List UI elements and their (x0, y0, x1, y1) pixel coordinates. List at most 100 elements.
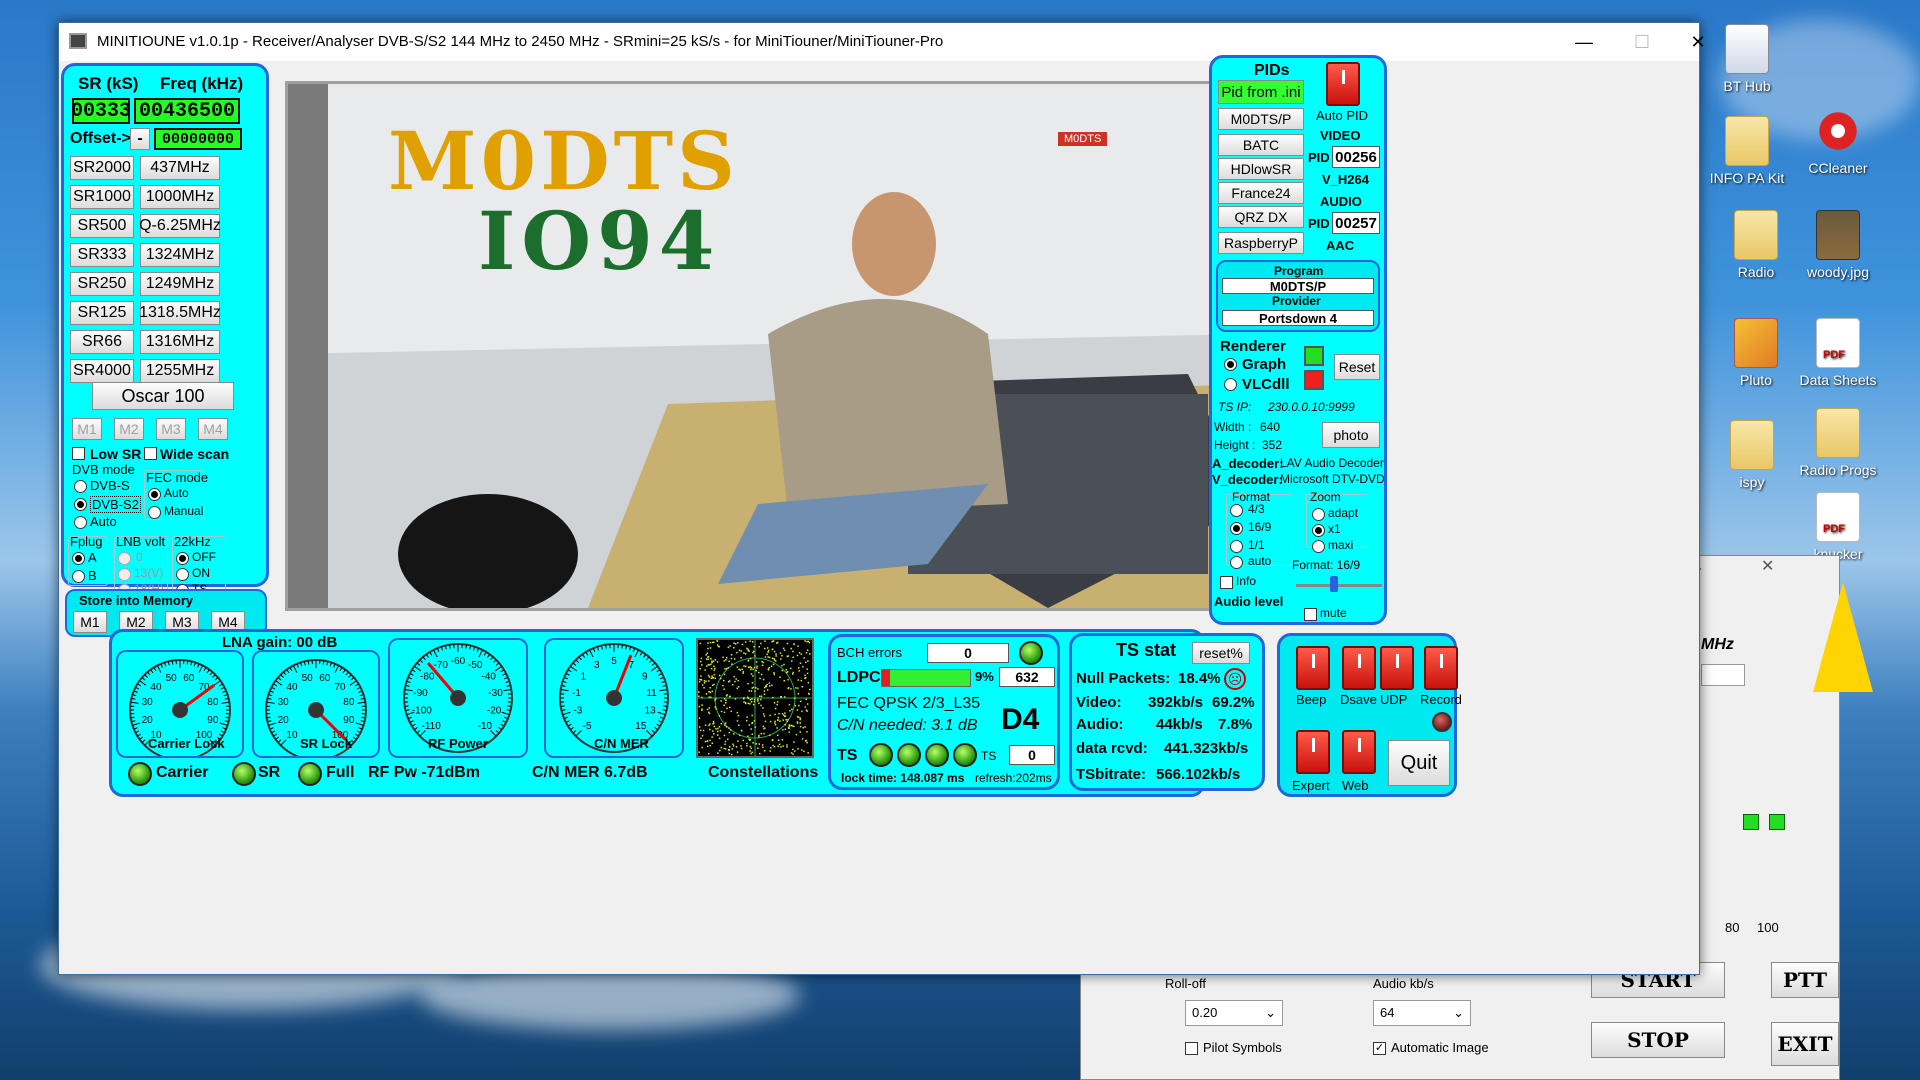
preset-hdlowsr-button[interactable]: HDlowSR (1218, 158, 1304, 180)
beep-switch[interactable] (1296, 646, 1330, 690)
rolloff-select[interactable]: 0.20 ⌄ (1185, 1000, 1283, 1026)
mute-checkbox[interactable] (1304, 608, 1317, 621)
video-pid-field[interactable]: 00256 (1332, 146, 1380, 168)
freq-preset-button[interactable]: 1000MHz (140, 185, 220, 209)
bg-field[interactable] (1701, 664, 1745, 686)
close-button[interactable]: ✕ (1669, 23, 1727, 61)
zoom-adapt-radio[interactable] (1312, 508, 1325, 521)
desktop-icon-woody[interactable]: woody.jpg (1792, 210, 1884, 280)
sr-preset-button[interactable]: SR2000 (70, 156, 134, 180)
lnb-13v-radio[interactable] (118, 568, 131, 581)
desktop-icon-ccleaner[interactable]: CCleaner (1792, 106, 1884, 176)
wide-scan-checkbox[interactable] (144, 447, 157, 460)
renderer-graph-radio[interactable] (1224, 358, 1237, 371)
minimize-button[interactable]: — (1555, 23, 1613, 61)
web-switch[interactable] (1342, 730, 1376, 774)
preset-raspberryp-button[interactable]: RaspberryP (1218, 232, 1304, 254)
format-16-9-radio[interactable] (1230, 522, 1243, 535)
constellation-point (750, 673, 753, 675)
preset-batc-button[interactable]: BATC (1218, 134, 1304, 156)
constellation-point (716, 640, 719, 642)
program-label: Program (1274, 264, 1324, 278)
sr-display[interactable]: 00333 (71, 98, 131, 124)
zoom-x1-radio[interactable] (1312, 524, 1325, 537)
freq-preset-button[interactable]: 1255MHz (140, 359, 220, 383)
format-4-3-radio[interactable] (1230, 504, 1243, 517)
constellations-label: Constellations (708, 764, 819, 781)
desktop-icon-pluto[interactable]: Pluto (1710, 318, 1802, 388)
dvb-s-radio[interactable] (74, 480, 87, 493)
renderer-reset-button[interactable]: Reset (1334, 354, 1380, 380)
sr-preset-button[interactable]: SR4000 (70, 359, 134, 383)
desktop-icon-ispy[interactable]: ispy (1706, 420, 1798, 490)
mem-recall-m1[interactable]: M1 (72, 418, 102, 440)
stop-button[interactable]: STOP (1591, 1022, 1725, 1058)
pilot-symbols-checkbox[interactable] (1185, 1042, 1198, 1055)
video-display[interactable]: M0DTS M0DTS IO94 (285, 81, 1255, 611)
maximize-button[interactable]: ☐ (1613, 23, 1671, 61)
title-bar[interactable]: MINITIOUNE v1.0.1p - Receiver/Analyser D… (59, 23, 1706, 61)
mem-recall-m3[interactable]: M3 (156, 418, 186, 440)
sr-preset-button[interactable]: SR66 (70, 330, 134, 354)
auto-pid-switch[interactable] (1326, 62, 1360, 106)
reset-percent-button[interactable]: reset% (1192, 642, 1250, 664)
fec-auto-radio[interactable] (148, 488, 161, 501)
freq-preset-button[interactable]: 437MHz (140, 156, 220, 180)
renderer-vlc-radio[interactable] (1224, 378, 1237, 391)
desktop-icon-radio[interactable]: Radio (1710, 210, 1802, 280)
store-m1-button[interactable]: M1 (73, 611, 107, 633)
preset-qrzdx-button[interactable]: QRZ DX (1218, 206, 1304, 228)
dvb-auto-radio[interactable] (74, 516, 87, 529)
expert-switch[interactable] (1296, 730, 1330, 774)
ptt-button[interactable]: PTT (1771, 962, 1839, 998)
udp-switch[interactable] (1380, 646, 1414, 690)
dvb-s2-radio[interactable] (74, 498, 87, 511)
format-auto-radio[interactable] (1230, 556, 1243, 569)
freq-preset-button[interactable]: 1318.5MHz (139, 301, 221, 325)
freq-preset-button[interactable]: 1316MHz (140, 330, 220, 354)
dsave-switch[interactable] (1342, 646, 1376, 690)
sr-preset-button[interactable]: SR250 (70, 272, 134, 296)
format-1-1-radio[interactable] (1230, 540, 1243, 553)
pid-from-ini-button[interactable]: Pid from .ini (1218, 80, 1304, 104)
audio-pid-field[interactable]: 00257 (1332, 212, 1380, 234)
audio-level-slider[interactable] (1330, 576, 1338, 592)
desktop-icon-radio-progs[interactable]: Radio Progs (1792, 408, 1884, 478)
bg-window-close-icon[interactable]: ✕ (1761, 556, 1774, 576)
desktop-icon-info-pa-kit[interactable]: INFO PA Kit (1701, 116, 1793, 186)
sr-preset-button[interactable]: SR500 (70, 214, 134, 238)
audio-kbs-select[interactable]: 64 ⌄ (1373, 1000, 1471, 1026)
mem-recall-m4[interactable]: M4 (198, 418, 228, 440)
mem-recall-m2[interactable]: M2 (114, 418, 144, 440)
freq-preset-button[interactable]: Q-6.25MHz (139, 214, 221, 238)
freq-preset-button[interactable]: 1249MHz (140, 272, 220, 296)
offset-sign-button[interactable]: - (130, 128, 150, 150)
constellation-point (729, 729, 732, 731)
fplug-b-radio[interactable] (72, 570, 85, 583)
fec-manual-radio[interactable] (148, 506, 161, 519)
automatic-image-checkbox[interactable]: ✓ (1373, 1042, 1386, 1055)
desktop-icon-data-sheets[interactable]: Data Sheets (1792, 318, 1884, 388)
freq-display[interactable]: 00436500 (134, 98, 240, 124)
offset-display[interactable]: 00000000 (154, 128, 242, 150)
sr-preset-button[interactable]: SR333 (70, 243, 134, 267)
fplug-a-radio[interactable] (72, 552, 85, 565)
record-switch[interactable] (1424, 646, 1458, 690)
info-checkbox[interactable] (1220, 576, 1233, 589)
lnb-0-radio[interactable] (118, 552, 131, 565)
exit-button[interactable]: EXIT (1771, 1022, 1839, 1066)
22khz-on-radio[interactable] (176, 568, 189, 581)
preset-france24-button[interactable]: France24 (1218, 182, 1304, 204)
preset-m0dts-button[interactable]: M0DTS/P (1218, 108, 1304, 130)
photo-button[interactable]: photo (1322, 422, 1380, 448)
constellation-point (731, 748, 733, 750)
quit-button[interactable]: Quit (1388, 740, 1450, 786)
freq-preset-button[interactable]: 1324MHz (140, 243, 220, 267)
sr-preset-button[interactable]: SR125 (70, 301, 134, 325)
sr-preset-button[interactable]: SR1000 (70, 185, 134, 209)
desktop-icon-knucker[interactable]: knucker (1792, 492, 1884, 562)
22khz-off-radio[interactable] (176, 552, 189, 565)
low-sr-checkbox[interactable] (72, 447, 85, 460)
zoom-maxi-radio[interactable] (1312, 540, 1325, 553)
oscar-100-button[interactable]: Oscar 100 (92, 382, 234, 410)
